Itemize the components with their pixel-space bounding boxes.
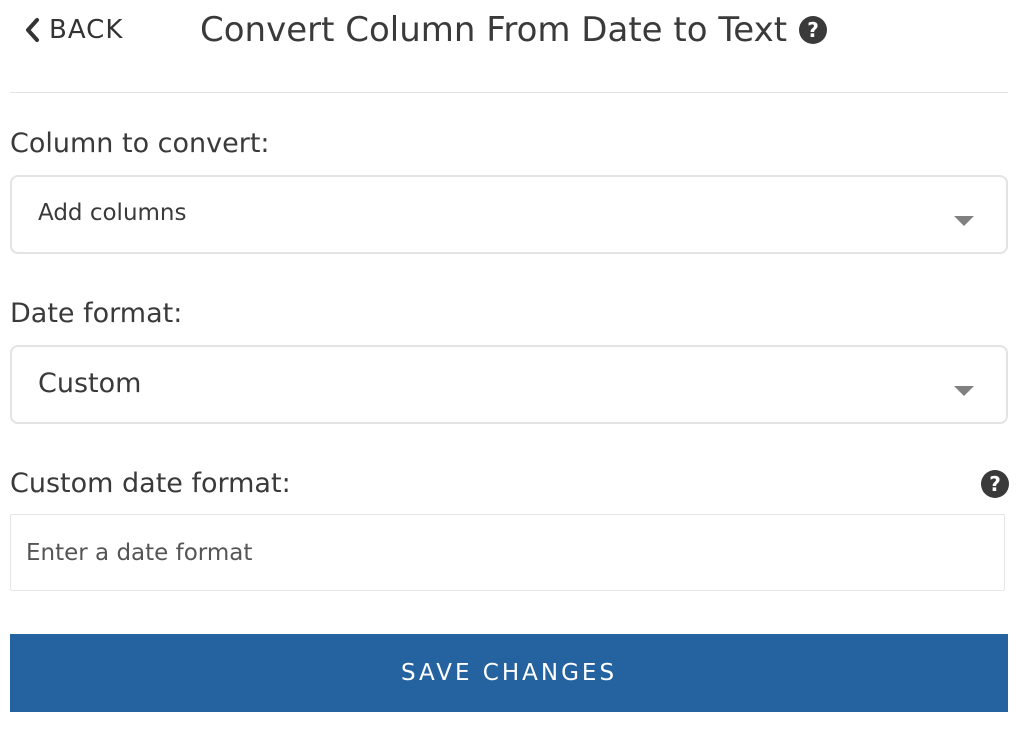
caret-down-icon [954,216,974,226]
custom-date-format-input[interactable] [10,514,1005,591]
help-icon[interactable]: ? [799,16,828,44]
chevron-left-icon [26,18,39,42]
caret-down-icon [954,386,974,396]
date-format-label: Date format: [10,298,183,329]
custom-date-format-label: Custom date format: [10,468,291,499]
column-select[interactable]: Add columns [10,175,1008,254]
column-to-convert-label: Column to convert: [10,128,270,159]
title-bar: Convert Column From Date to Text ? [200,6,828,54]
column-select-value: Add columns [38,200,187,226]
save-changes-button[interactable]: SAVE CHANGES [10,634,1008,712]
help-icon[interactable]: ? [981,470,1009,498]
back-label: BACK [49,15,124,45]
header-divider [10,92,1008,93]
date-format-select[interactable]: Custom [10,345,1008,424]
back-button[interactable]: BACK [24,10,123,50]
header: BACK Convert Column From Date to Text ? [0,0,1020,93]
date-format-select-value: Custom [38,368,142,399]
page-title: Convert Column From Date to Text [200,10,788,50]
